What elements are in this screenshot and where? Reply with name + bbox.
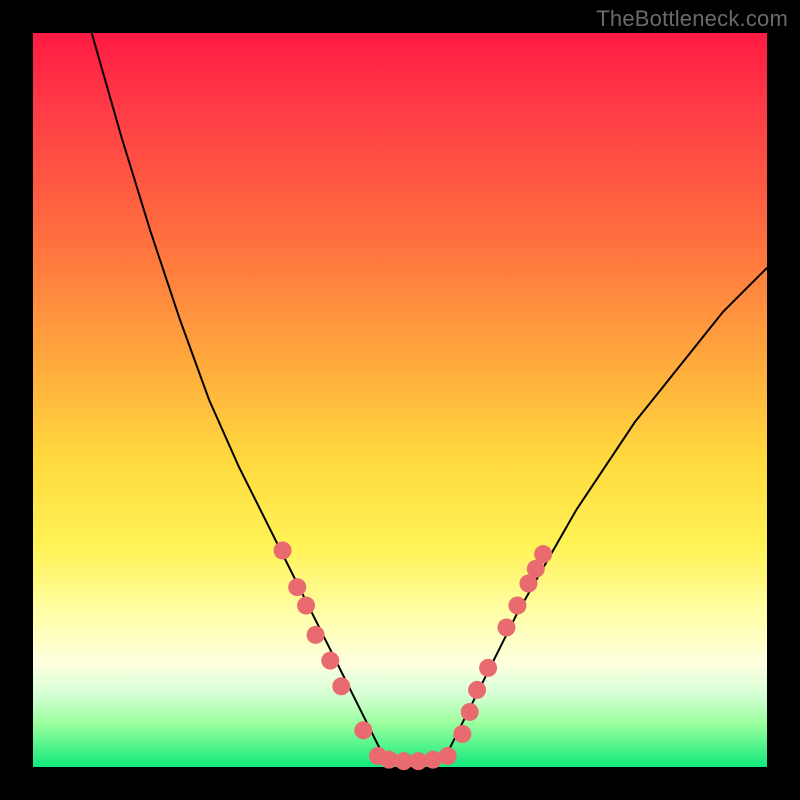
data-point xyxy=(288,578,306,596)
data-point xyxy=(439,747,457,765)
data-point xyxy=(468,681,486,699)
chart-svg xyxy=(33,33,767,767)
data-point xyxy=(332,677,350,695)
data-point xyxy=(321,652,339,670)
markers-group xyxy=(274,541,553,770)
data-point xyxy=(479,659,497,677)
data-point xyxy=(497,619,515,637)
data-point xyxy=(354,721,372,739)
data-point xyxy=(297,597,315,615)
data-point xyxy=(307,626,325,644)
data-point xyxy=(461,703,479,721)
data-point xyxy=(274,541,292,559)
curve-group xyxy=(92,33,767,763)
chart-frame: TheBottleneck.com xyxy=(0,0,800,800)
data-point xyxy=(534,545,552,563)
watermark-text: TheBottleneck.com xyxy=(596,6,788,32)
data-point xyxy=(508,597,526,615)
plot-area xyxy=(33,33,767,767)
bottleneck-curve xyxy=(92,33,767,763)
data-point xyxy=(453,725,471,743)
